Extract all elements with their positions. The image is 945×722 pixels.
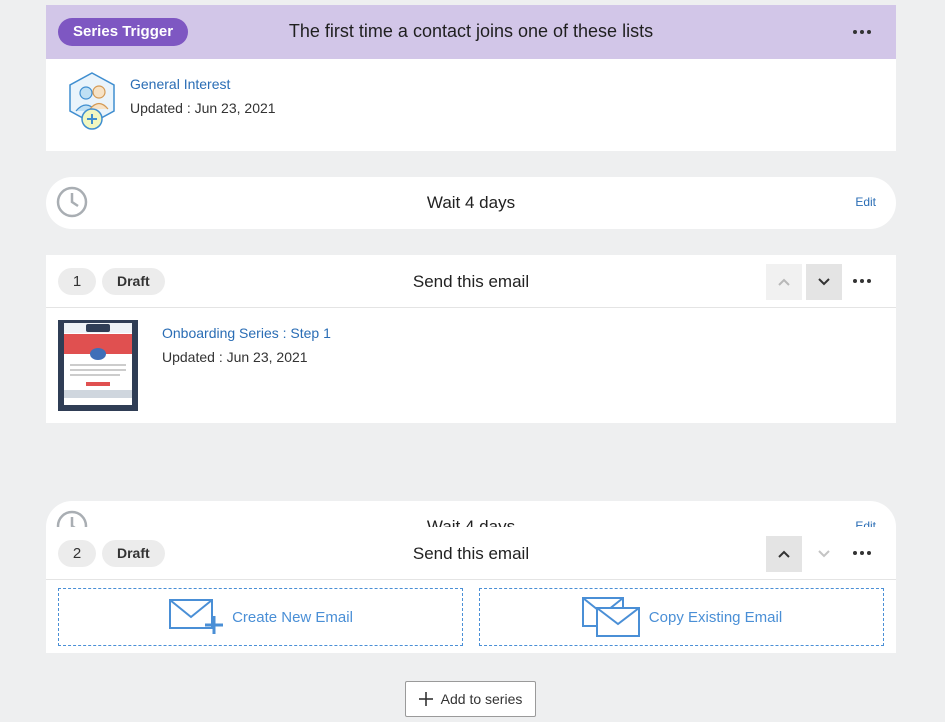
copy-email-icon <box>581 597 640 637</box>
chevron-up-icon <box>778 278 790 286</box>
trigger-title: The first time a contact joins one of th… <box>288 21 654 41</box>
list-updated-date: Updated : Jun 23, 2021 <box>130 100 276 116</box>
add-to-series-label: Add to series <box>440 691 523 707</box>
create-new-email-label: Create New Email <box>232 608 353 626</box>
contact-list-icon <box>69 72 115 130</box>
chevron-down-icon <box>818 278 830 286</box>
plus-icon <box>418 692 433 706</box>
trigger-header: Series Trigger The first time a contact … <box>46 5 896 59</box>
wait-label: Wait 4 days <box>426 193 516 212</box>
step-more-menu-icon[interactable] <box>848 271 876 291</box>
add-to-series-button[interactable]: Add to series <box>405 681 536 717</box>
step-more-menu-icon[interactable] <box>848 543 876 563</box>
move-down-button[interactable] <box>806 264 842 300</box>
list-name-link[interactable]: General Interest <box>130 76 230 92</box>
chevron-down-icon <box>818 550 830 558</box>
wait-step: Wait 4 days Edit <box>46 177 896 229</box>
chevron-up-icon <box>778 550 790 558</box>
move-down-button[interactable] <box>806 536 842 572</box>
email-step-card: 1 Draft Send this email Onboarding Serie… <box>46 255 896 423</box>
move-up-button[interactable] <box>766 264 802 300</box>
new-email-icon <box>169 599 224 634</box>
copy-existing-email-label: Copy Existing Email <box>648 608 783 626</box>
create-new-email-button[interactable]: Create New Email <box>58 588 463 646</box>
email-step-card: 2 Draft Send this email Create New Email <box>46 527 896 653</box>
series-trigger-card: Series Trigger The first time a contact … <box>46 5 896 151</box>
move-up-button[interactable] <box>766 536 802 572</box>
email-updated-date: Updated : Jun 23, 2021 <box>162 349 308 365</box>
trigger-more-menu-icon[interactable] <box>848 22 876 42</box>
email-thumbnail[interactable] <box>58 320 138 411</box>
email-name-link[interactable]: Onboarding Series : Step 1 <box>162 325 331 341</box>
edit-wait-link[interactable]: Edit <box>855 195 876 209</box>
copy-existing-email-button[interactable]: Copy Existing Email <box>479 588 884 646</box>
